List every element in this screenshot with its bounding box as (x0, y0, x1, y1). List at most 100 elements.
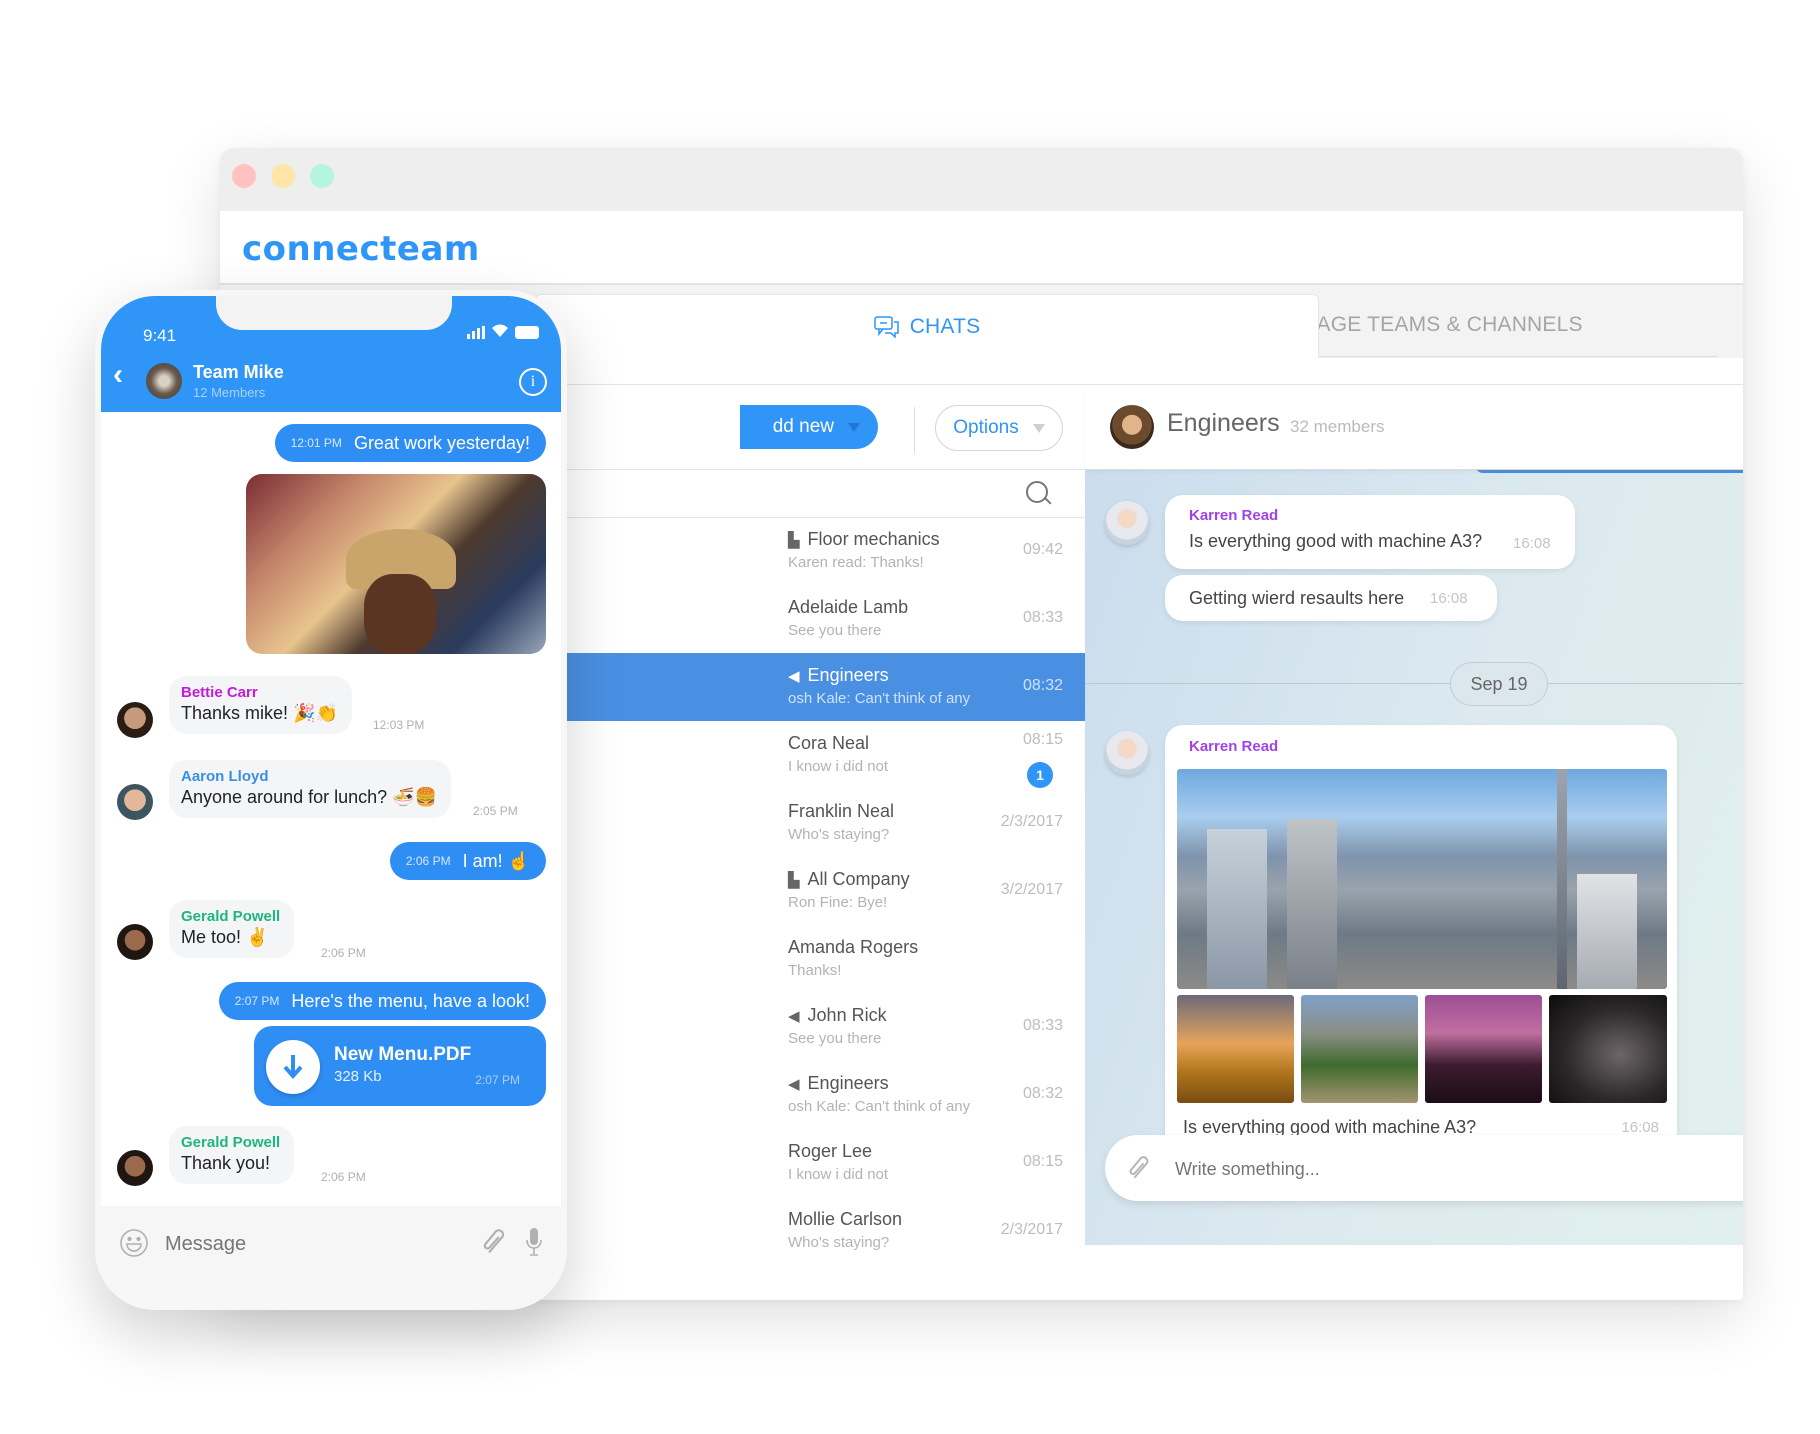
tab-chats-label: CHATS (909, 315, 981, 338)
back-chevron-icon[interactable]: ‹ (113, 358, 123, 392)
chat-name: Mollie Carlson (788, 1209, 902, 1230)
caret-down-icon (848, 422, 860, 432)
file-attachment[interactable]: New Menu.PDF 328 Kb 2:07 PM (254, 1026, 546, 1106)
chat-list-item[interactable]: Cora Neal I know i did not 08:15 1 (540, 721, 1085, 789)
chat-list-item[interactable]: Franklin Neal Who's staying? 2/3/2017 (540, 789, 1085, 857)
group-name: Engineers (1167, 409, 1280, 437)
file-name: New Menu.PDF (334, 1044, 472, 1065)
chat-name: ▙ All Company (788, 869, 910, 890)
date-divider: Sep 19 (1450, 662, 1548, 706)
sender-name: Bettie Carr (181, 684, 258, 701)
conversation-pane: Engineers 32 members Karren Read Is ever… (1085, 384, 1743, 1245)
chat-time: 08:32 (1022, 677, 1063, 694)
chat-name-text: Cora Neal (788, 733, 870, 753)
connecteam-logo[interactable]: connecteam (242, 229, 480, 269)
chat-name: Cora Neal (788, 733, 869, 754)
sender-avatar[interactable] (1105, 501, 1149, 545)
search-icon[interactable] (1026, 481, 1048, 503)
chat-preview: Ron Fine: Bye! (788, 894, 888, 911)
chat-list-item[interactable]: ▙ Floor mechanics Karen read: Thanks! 09:42 (540, 517, 1085, 585)
download-button[interactable] (266, 1040, 320, 1094)
maximize-window-button[interactable] (310, 164, 334, 188)
chat-list-item[interactable]: ◀ John Rick See you there 08:33 (540, 993, 1085, 1061)
search-row[interactable] (540, 469, 1085, 518)
chat-list-item[interactable]: Mollie Carlson Who's staying? 2/3/2017 (540, 1197, 1085, 1265)
avatar-gerald-powell[interactable] (117, 924, 153, 960)
wifi-icon (491, 324, 509, 341)
phone-screen: 9:41 ‹ Team Mike 12 Members i 12:01 PM G… (101, 296, 561, 1304)
battery-icon (515, 326, 539, 339)
outgoing-message: 2:07 PM Here's the menu, have a look! (218, 982, 546, 1020)
building-shape (1557, 769, 1567, 989)
message-text: Thanks mike! 🎉👏 (181, 703, 338, 723)
team-members: 12 Members (193, 385, 266, 400)
avatar-gerald-powell[interactable] (117, 1150, 153, 1186)
team-avatar[interactable] (146, 363, 182, 399)
chat-time: 08:15 (1022, 1153, 1063, 1170)
chat-list-item[interactable]: Amanda Rogers Thanks! (540, 925, 1085, 993)
toolbar-divider (914, 407, 915, 453)
message-time: 2:06 PM (405, 854, 451, 868)
chat-preview: See you there (788, 1030, 882, 1047)
add-new-label: dd new (772, 416, 834, 437)
message-time: 16:08 (1621, 1119, 1659, 1136)
chat-time: 08:33 (1022, 609, 1063, 626)
chat-list-item[interactable]: ▙ All Company Ron Fine: Bye! 3/2/2017 (540, 857, 1085, 925)
chat-bubbles-icon (873, 316, 899, 338)
chat-name-text: Mollie Carlson (788, 1209, 903, 1229)
tab-chats[interactable]: CHATS (535, 294, 1319, 359)
phone-composer (101, 1206, 561, 1304)
sender-name: Karren Read (1189, 507, 1279, 524)
chat-name: ◀ Engineers (788, 665, 889, 686)
team-title: Team Mike (193, 362, 284, 382)
message-text: Getting wierd resaults here (1189, 588, 1405, 608)
storm-clouds-photo[interactable] (1549, 995, 1667, 1103)
paperclip-icon[interactable] (1127, 1155, 1153, 1181)
message-time: 2:06 PM (321, 946, 366, 960)
chat-preview: Thanks! (788, 962, 842, 979)
group-icon: ▙ (788, 871, 800, 889)
chat-list-item[interactable]: Adelaide Lamb See you there 08:33 (540, 585, 1085, 653)
chat-preview: See you there (788, 622, 882, 639)
caret-down-icon (1032, 423, 1045, 433)
city-skyline-photo[interactable] (1177, 769, 1667, 989)
forest-valley-photo[interactable] (1301, 995, 1418, 1103)
options-dropdown[interactable]: Options (935, 405, 1063, 451)
minimize-window-button[interactable] (271, 164, 295, 188)
chat-name-text: John Rick (807, 1005, 887, 1025)
group-avatar[interactable] (1110, 405, 1154, 449)
emoji-icon[interactable] (119, 1228, 149, 1258)
chat-list-item[interactable]: Roger Lee I know i did not 08:15 (540, 1129, 1085, 1197)
chat-name-text: Amanda Rogers (788, 937, 919, 957)
sender-avatar[interactable] (1105, 731, 1149, 775)
chat-name: ◀ Engineers (788, 1073, 889, 1094)
close-window-button[interactable] (232, 164, 256, 188)
status-icons (467, 324, 539, 341)
city-dusk-photo[interactable] (1425, 995, 1542, 1103)
avatar-bettie-carr[interactable] (117, 702, 153, 738)
paperclip-icon[interactable] (481, 1228, 509, 1256)
message-input[interactable] (1173, 1151, 1737, 1187)
microphone-icon[interactable] (525, 1226, 543, 1258)
signal-icon (467, 326, 485, 339)
chat-preview: osh Kale: Can't think of any (788, 1098, 971, 1115)
chat-time: 08:32 (1022, 1085, 1063, 1102)
message-text: Here's the menu, have a look! (291, 990, 530, 1011)
status-clock: 9:41 (143, 326, 177, 345)
phone-notch (216, 296, 452, 330)
group-selfie-photo[interactable] (246, 474, 546, 654)
phone-message-input[interactable] (163, 1228, 397, 1260)
avatar-aaron-lloyd[interactable] (117, 784, 153, 820)
chat-list-item[interactable]: ◀ Engineers osh Kale: Can't think of any 08… (540, 1061, 1085, 1129)
sunset-field-photo[interactable] (1177, 995, 1294, 1103)
message-time: 12:01 PM (290, 436, 342, 450)
media-message-bubble: Karren Read Is everything good with mach… (1165, 725, 1677, 1153)
chat-list-item[interactable]: ◀ Engineers osh Kale: Can't think of any 08… (540, 653, 1085, 721)
megaphone-icon: ◀ (788, 1075, 800, 1093)
chat-list: ▙ Floor mechanics Karen read: Thanks! 09:42… (540, 517, 1085, 1265)
member-count[interactable]: 32 members (1290, 417, 1384, 437)
info-icon[interactable]: i (519, 368, 547, 396)
message-text: Is everything good with machine A3? (1189, 531, 1483, 551)
add-new-button[interactable]: dd new (740, 405, 878, 449)
message-composer (1105, 1135, 1743, 1201)
